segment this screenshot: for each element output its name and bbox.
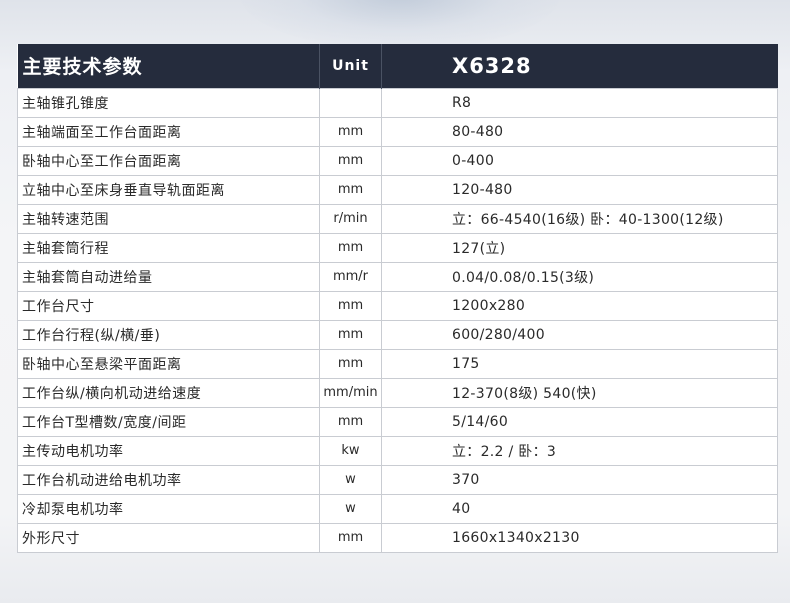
param-name: 卧轴中心至工作台面距离 — [17, 145, 320, 176]
spec-table: 主要技术参数 Unit X6328 主轴锥孔锥度 R8 主轴端面至工作台面距离 mm… — [17, 44, 778, 553]
table-row: 冷却泵电机功率 w 40 — [17, 493, 778, 524]
param-value: 127(立) — [381, 232, 778, 263]
param-name: 工作台纵/横向机动进给速度 — [17, 377, 320, 408]
table-row: 主轴锥孔锥度 R8 — [17, 87, 778, 118]
param-name: 主轴端面至工作台面距离 — [17, 116, 320, 147]
table-row: 主传动电机功率 kw 立：2.2 / 卧：3 — [17, 435, 778, 466]
table-row: 工作台机动进给电机功率 w 370 — [17, 464, 778, 495]
table-row: 工作台T型槽数/宽度/间距 mm 5/14/60 — [17, 406, 778, 437]
param-name: 工作台行程(纵/横/垂) — [17, 319, 320, 350]
param-unit: mm — [319, 232, 382, 263]
table-row: 外形尺寸 mm 1660x1340x2130 — [17, 522, 778, 553]
param-unit: mm/r — [319, 261, 382, 292]
table-row: 主轴转速范围 r/min 立：66-4540(16级) 卧：40-1300(12级) — [17, 203, 778, 234]
param-name: 卧轴中心至悬梁平面距离 — [17, 348, 320, 379]
table-row: 工作台行程(纵/横/垂) mm 600/280/400 — [17, 319, 778, 350]
param-value: 120-480 — [381, 174, 778, 205]
param-value: 0.04/0.08/0.15(3级) — [381, 261, 778, 292]
param-unit: kw — [319, 435, 382, 466]
param-name: 主传动电机功率 — [17, 435, 320, 466]
param-unit — [319, 87, 382, 118]
param-unit: mm — [319, 174, 382, 205]
param-value: 1200x280 — [381, 290, 778, 321]
param-unit: mm — [319, 348, 382, 379]
param-unit: mm — [319, 522, 382, 553]
param-unit: r/min — [319, 203, 382, 234]
param-name: 主轴转速范围 — [17, 203, 320, 234]
param-unit: mm — [319, 116, 382, 147]
param-name: 立轴中心至床身垂直导轨面距离 — [17, 174, 320, 205]
header-unit-label: Unit — [319, 44, 382, 88]
param-value: R8 — [381, 87, 778, 118]
param-unit: mm — [319, 145, 382, 176]
param-name: 工作台机动进给电机功率 — [17, 464, 320, 495]
param-name: 冷却泵电机功率 — [17, 493, 320, 524]
param-value: 370 — [381, 464, 778, 495]
table-row: 卧轴中心至悬梁平面距离 mm 175 — [17, 348, 778, 379]
param-value: 1660x1340x2130 — [381, 522, 778, 553]
table-row: 主轴端面至工作台面距离 mm 80-480 — [17, 116, 778, 147]
background-glow — [240, 0, 560, 50]
param-unit: mm/min — [319, 377, 382, 408]
table-row: 立轴中心至床身垂直导轨面距离 mm 120-480 — [17, 174, 778, 205]
header-param-label: 主要技术参数 — [17, 44, 320, 88]
param-unit: mm — [319, 290, 382, 321]
header-model-label: X6328 — [381, 44, 778, 88]
param-value: 0-400 — [381, 145, 778, 176]
param-name: 主轴套筒行程 — [17, 232, 320, 263]
table-row: 主轴套筒行程 mm 127(立) — [17, 232, 778, 263]
param-value: 600/280/400 — [381, 319, 778, 350]
param-name: 工作台T型槽数/宽度/间距 — [17, 406, 320, 437]
param-value: 80-480 — [381, 116, 778, 147]
param-name: 外形尺寸 — [17, 522, 320, 553]
param-unit: mm — [319, 319, 382, 350]
param-value: 5/14/60 — [381, 406, 778, 437]
param-name: 工作台尺寸 — [17, 290, 320, 321]
table-row: 工作台纵/横向机动进给速度 mm/min 12-370(8级) 540(快) — [17, 377, 778, 408]
table-header-row: 主要技术参数 Unit X6328 — [17, 44, 778, 88]
param-value: 立：2.2 / 卧：3 — [381, 435, 778, 466]
param-unit: w — [319, 493, 382, 524]
param-unit: mm — [319, 406, 382, 437]
param-name: 主轴套筒自动进给量 — [17, 261, 320, 292]
table-row: 卧轴中心至工作台面距离 mm 0-400 — [17, 145, 778, 176]
param-value: 40 — [381, 493, 778, 524]
param-value: 12-370(8级) 540(快) — [381, 377, 778, 408]
param-value: 175 — [381, 348, 778, 379]
table-row: 工作台尺寸 mm 1200x280 — [17, 290, 778, 321]
param-value: 立：66-4540(16级) 卧：40-1300(12级) — [381, 203, 778, 234]
param-unit: w — [319, 464, 382, 495]
table-row: 主轴套筒自动进给量 mm/r 0.04/0.08/0.15(3级) — [17, 261, 778, 292]
param-name: 主轴锥孔锥度 — [17, 87, 320, 118]
